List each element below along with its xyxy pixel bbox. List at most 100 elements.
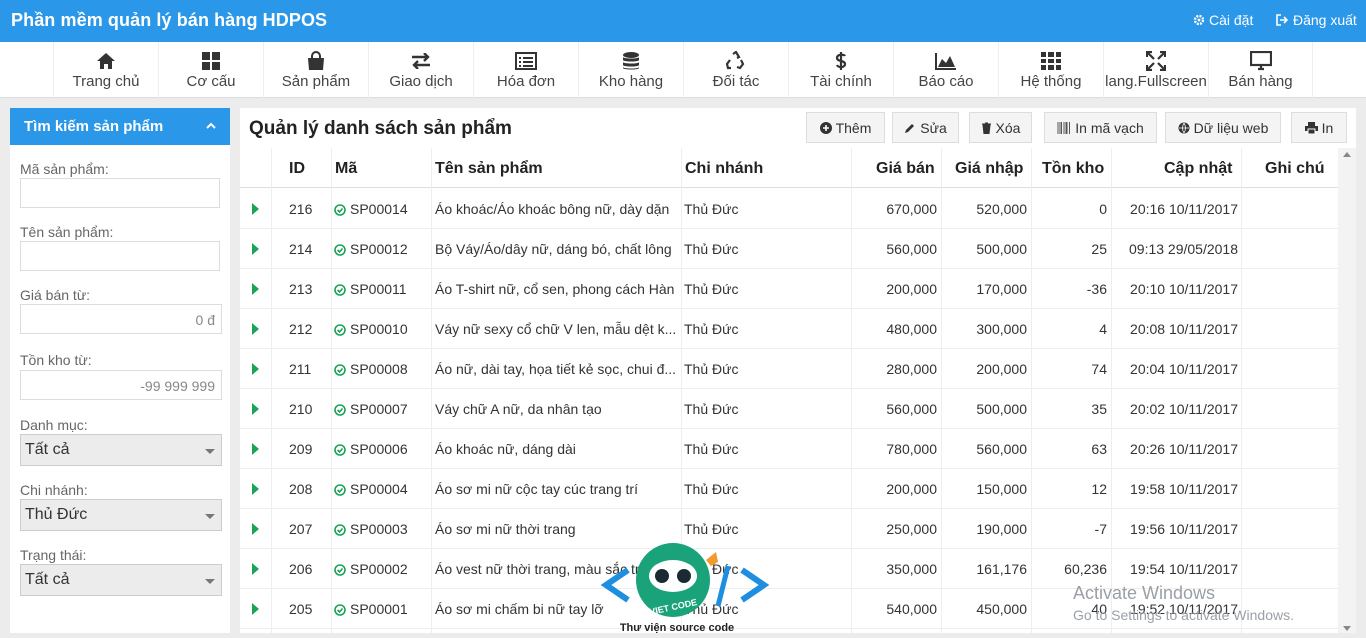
menu-item-9[interactable]: Báo cáo (893, 42, 998, 98)
table-row[interactable]: 208 SP00004 Áo sơ mi nữ cộc tay cúc trang … (240, 469, 1338, 509)
menu-item-5[interactable]: Hóa đơn (473, 42, 578, 98)
cell-branch: Thủ Đức (684, 481, 739, 497)
cell-code: SP00008 (334, 361, 408, 377)
expand-row-icon[interactable] (252, 443, 259, 455)
price-input[interactable]: 0 đ (20, 304, 222, 334)
table-row[interactable]: 210 SP00007 Váy chữ A nữ, da nhân tạo Thủ Đ… (240, 389, 1338, 429)
status-label: Trạng thái: (20, 547, 87, 563)
expand-row-icon[interactable] (252, 483, 259, 495)
col-name[interactable]: Tên sản phẩm (435, 160, 543, 178)
search-panel: Tìm kiếm sản phẩm Mã sản phẩm: Tên sản p… (10, 108, 230, 633)
branch-select[interactable]: Thủ Đức (20, 499, 222, 531)
table-row[interactable]: 211 SP00008 Áo nữ, dài tay, họa tiết kẻ sọ… (240, 349, 1338, 389)
desktop-icon (1209, 51, 1312, 71)
expand-row-icon[interactable] (252, 323, 259, 335)
vietcode-watermark: VIET CODE Thư viện source code (600, 540, 770, 634)
product-list-panel: Quản lý danh sách sản phẩm Thêm Sửa Xóa … (240, 108, 1356, 633)
add-button[interactable]: Thêm (806, 112, 885, 143)
price-label: Giá bán từ: (20, 287, 91, 303)
delete-button[interactable]: Xóa (969, 112, 1032, 143)
menu-item-4[interactable]: Giao dịch (368, 42, 473, 98)
cell-name: Váy nữ sexy cổ chữ V len, mẫu dệt k... (435, 321, 677, 337)
menu-item-label: lang.Fullscreen (1105, 73, 1207, 90)
expand-row-icon[interactable] (252, 563, 259, 575)
table-scrollbar[interactable] (1338, 148, 1356, 633)
table-row[interactable]: 216 SP00014 Áo khoác/Áo khoác bông nữ, dày… (240, 189, 1338, 229)
cell-branch: Thủ Đức (684, 321, 739, 337)
category-select[interactable]: Tất cả (20, 434, 222, 466)
menu-item-11[interactable]: lang.Fullscreen (1103, 42, 1208, 98)
expand-row-icon[interactable] (252, 603, 259, 615)
settings-link[interactable]: Cài đặt (1193, 12, 1253, 28)
cell-stock: -36 (1086, 281, 1107, 297)
menu-item-label: Hóa đơn (496, 73, 556, 90)
table-row[interactable]: 213 SP00011 Áo T-shirt nữ, cổ sen, phong c… (240, 269, 1338, 309)
cell-code: SP00014 (334, 201, 408, 217)
name-input[interactable] (20, 241, 220, 271)
menu-item-2[interactable]: Cơ cấu (158, 42, 263, 98)
expand-row-icon[interactable] (252, 203, 259, 215)
chevron-down-icon (205, 449, 215, 454)
check-circle-icon (334, 324, 346, 336)
col-id[interactable]: ID (289, 160, 305, 178)
search-panel-header[interactable]: Tìm kiếm sản phẩm (10, 108, 230, 145)
expand-row-icon[interactable] (252, 283, 259, 295)
cell-code: SP00011 (334, 281, 407, 297)
col-updated[interactable]: Cập nhật (1164, 160, 1232, 178)
cell-stock: 12 (1091, 481, 1107, 497)
edit-button[interactable]: Sửa (892, 112, 959, 143)
table-row[interactable]: 209 SP00006 Áo khoác nữ, dáng dài Thủ Đức 78… (240, 429, 1338, 469)
menu-item-3[interactable]: Sản phẩm (263, 42, 368, 98)
table-row[interactable]: 214 SP00012 Bộ Váy/Áo/dây nữ, dáng bó, chấ… (240, 229, 1338, 269)
print-barcode-label: In mã vạch (1075, 119, 1144, 136)
col-note[interactable]: Ghi chú (1265, 160, 1325, 178)
cell-code: SP00003 (334, 521, 408, 537)
table-row[interactable]: 212 SP00010 Váy nữ sexy cổ chữ V len, mẫu … (240, 309, 1338, 349)
branch-label: Chi nhánh: (20, 482, 88, 498)
cell-cost: 520,000 (976, 201, 1027, 217)
web-data-button[interactable]: Dữ liệu web (1165, 112, 1281, 143)
stock-input[interactable]: -99 999 999 (20, 370, 222, 400)
col-cost[interactable]: Giá nhập (955, 160, 1023, 178)
menu-item-label: Trang chủ (72, 73, 140, 90)
cell-code-text: SP00008 (350, 361, 408, 377)
cell-cost: 170,000 (976, 281, 1027, 297)
category-label: Danh mục: (20, 417, 88, 433)
recycle-icon (684, 51, 788, 71)
scroll-up-icon[interactable] (1343, 152, 1351, 157)
menu-item-6[interactable]: Kho hàng (578, 42, 683, 98)
col-price[interactable]: Giá bán (876, 160, 935, 178)
fullscreen-icon (1104, 51, 1208, 71)
cell-stock: 60,236 (1064, 561, 1107, 577)
menu-item-8[interactable]: Tài chính (788, 42, 893, 98)
print-barcode-button[interactable]: In mã vạch (1044, 112, 1157, 143)
col-code[interactable]: Mã (335, 160, 357, 178)
page-title: Quản lý danh sách sản phẩm (249, 118, 512, 139)
chevron-up-icon[interactable] (206, 122, 216, 129)
col-branch[interactable]: Chi nhánh (685, 160, 763, 178)
expand-row-icon[interactable] (252, 243, 259, 255)
trash-icon (981, 122, 991, 134)
cell-id: 213 (289, 281, 313, 297)
menu-item-10[interactable]: Hệ thống (998, 42, 1103, 98)
status-select[interactable]: Tất cả (20, 564, 222, 596)
menu-item-7[interactable]: Đối tác (683, 42, 788, 98)
scroll-down-icon[interactable] (1343, 626, 1351, 631)
code-input[interactable] (20, 178, 220, 208)
cell-code-text: SP00011 (350, 281, 407, 297)
menu-item-1[interactable]: Trang chủ (53, 42, 158, 98)
col-stock[interactable]: Tồn kho (1042, 160, 1104, 178)
cell-name: Áo T-shirt nữ, cổ sen, phong cách Hàn (435, 281, 675, 297)
print-button[interactable]: In (1291, 112, 1347, 143)
th-icon (999, 51, 1103, 71)
table-row[interactable]: 207 SP00003 Áo sơ mi nữ thời trang Thủ Đức 2… (240, 509, 1338, 549)
pencil-icon (905, 123, 915, 133)
expand-row-icon[interactable] (252, 523, 259, 535)
logout-link[interactable]: Đăng xuất (1276, 12, 1357, 28)
cell-name: Bộ Váy/Áo/dây nữ, dáng bó, chất lông (435, 241, 672, 257)
menu-item-12[interactable]: Bán hàng (1208, 42, 1313, 98)
expand-row-icon[interactable] (252, 403, 259, 415)
cell-price: 350,000 (886, 561, 937, 577)
cell-branch: Thủ Đức (684, 281, 739, 297)
expand-row-icon[interactable] (252, 363, 259, 375)
